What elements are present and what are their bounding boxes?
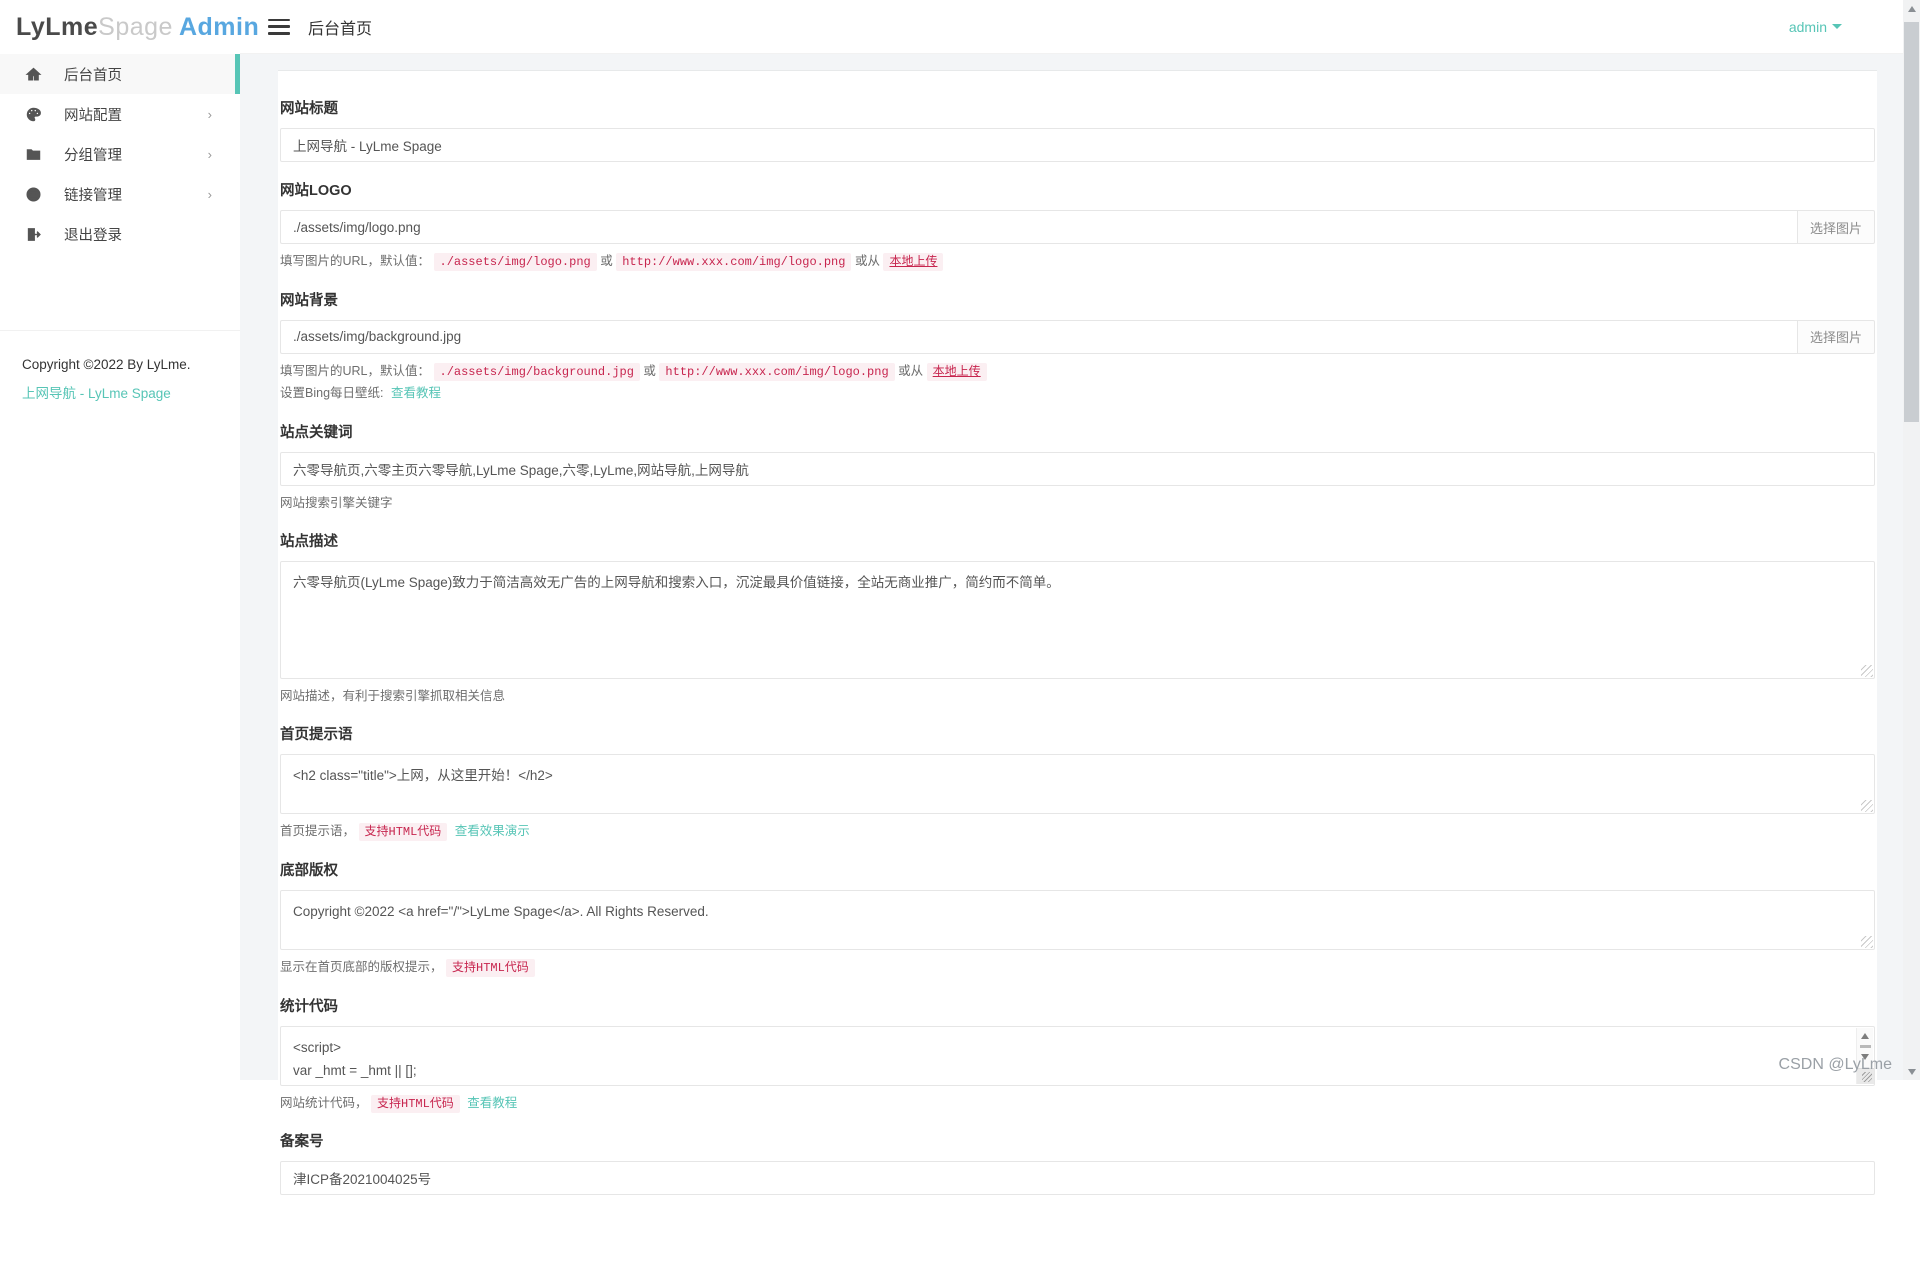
description-help: 网站描述，有利于搜索引擎抓取相关信息	[280, 687, 1875, 706]
resize-grip-icon[interactable]	[1861, 936, 1873, 948]
sidebar-item-group-manage[interactable]: 分组管理 ›	[0, 134, 240, 174]
home-tip-label: 首页提示语	[280, 723, 1875, 744]
user-name: admin	[1789, 19, 1827, 35]
sidebar-copyright: Copyright ©2022 By LyLme.	[0, 331, 240, 372]
field-site-title: 网站标题	[280, 97, 1875, 162]
scrollbar-down-icon[interactable]	[1903, 1063, 1920, 1080]
demo-link[interactable]: 查看效果演示	[455, 824, 530, 838]
logout-icon	[24, 225, 42, 243]
csdn-watermark: CSDN @LyLme	[1779, 1056, 1892, 1074]
site-logo-input[interactable]	[280, 210, 1797, 244]
folder-icon	[24, 145, 42, 163]
field-stats-code: 统计代码 <script> var _hmt = _hmt || []; 网站统…	[280, 995, 1875, 1114]
logo-part-spage: Spage	[98, 13, 173, 42]
header-main: 后台首页 admin	[240, 0, 1920, 54]
resize-grip-icon[interactable]	[1861, 665, 1873, 677]
icp-label: 备案号	[280, 1130, 1875, 1151]
page-scrollbar[interactable]	[1903, 0, 1920, 1080]
field-site-background: 网站背景 选择图片 填写图片的URL，默认值： ./assets/img/bac…	[280, 289, 1875, 404]
site-bg-input[interactable]	[280, 320, 1797, 354]
local-upload-link[interactable]: 本地上传	[927, 363, 987, 381]
field-home-tip: 首页提示语 <h2 class="title">上网，从这里开始！</h2> 首…	[280, 723, 1875, 842]
stats-code-textarea[interactable]: <script> var _hmt = _hmt || [];	[280, 1026, 1875, 1086]
scroll-thumb[interactable]	[1860, 1045, 1871, 1048]
site-logo-label: 网站LOGO	[280, 179, 1875, 200]
html-supported-badge: 支持HTML代码	[446, 959, 535, 977]
keywords-label: 站点关键词	[280, 421, 1875, 442]
scrollbar-up-icon[interactable]	[1903, 0, 1920, 17]
sidebar-item-label: 分组管理	[64, 144, 122, 165]
site-title-input[interactable]	[280, 128, 1875, 162]
description-label: 站点描述	[280, 530, 1875, 551]
globe-icon	[24, 185, 42, 203]
choose-image-button[interactable]: 选择图片	[1797, 320, 1875, 354]
sidebar-site-link[interactable]: 上网导航 - LyLme Spage	[0, 372, 240, 402]
stats-code-label: 统计代码	[280, 995, 1875, 1016]
stats-tutorial-link[interactable]: 查看教程	[467, 1096, 517, 1110]
site-bg-help: 填写图片的URL，默认值： ./assets/img/background.jp…	[280, 362, 1875, 382]
description-textarea[interactable]: 六零导航页(LyLme Spage)致力于简洁高效无广告的上网导航和搜索入口，沉…	[280, 561, 1875, 679]
scroll-up-icon[interactable]	[1861, 1033, 1869, 1039]
html-supported-badge: 支持HTML代码	[359, 823, 448, 841]
page-title: 后台首页	[308, 15, 372, 39]
hamburger-menu-icon[interactable]	[268, 19, 290, 35]
footer-copyright-textarea[interactable]: Copyright ©2022 <a href="/">LyLme Spage<…	[280, 890, 1875, 950]
field-keywords: 站点关键词 网站搜索引擎关键字	[280, 421, 1875, 513]
site-title-label: 网站标题	[280, 97, 1875, 118]
sidebar-item-site-config[interactable]: 网站配置 ›	[0, 94, 240, 134]
scrollbar-thumb[interactable]	[1904, 22, 1919, 422]
choose-image-button[interactable]: 选择图片	[1797, 210, 1875, 244]
sidebar-item-dashboard[interactable]: 后台首页	[0, 54, 240, 94]
sidebar-item-label: 网站配置	[64, 104, 122, 125]
code-default-bg: ./assets/img/background.jpg	[434, 363, 640, 381]
chevron-right-icon: ›	[208, 187, 212, 202]
field-description: 站点描述 六零导航页(LyLme Spage)致力于简洁高效无广告的上网导航和搜…	[280, 530, 1875, 706]
sidebar-item-label: 退出登录	[64, 224, 122, 245]
palette-icon	[24, 105, 42, 123]
chevron-down-icon	[1832, 24, 1842, 29]
stats-code-help: 网站统计代码， 支持HTML代码 查看教程	[280, 1094, 1875, 1114]
html-supported-badge: 支持HTML代码	[371, 1095, 460, 1113]
top-bar: LyLme Spage Admin 后台首页 admin	[0, 0, 1920, 54]
main-content: 网站标题 网站LOGO 选择图片 填写图片的URL，默认值： ./assets/…	[240, 54, 1903, 1080]
home-tip-textarea[interactable]: <h2 class="title">上网，从这里开始！</h2>	[280, 754, 1875, 814]
code-default-logo: ./assets/img/logo.png	[434, 253, 597, 271]
logo-part-lylme: LyLme	[16, 13, 98, 42]
footer-copyright-help: 显示在首页底部的版权提示， 支持HTML代码	[280, 958, 1875, 978]
code-url-logo: http://www.xxx.com/img/logo.png	[616, 253, 851, 271]
settings-form-card: 网站标题 网站LOGO 选择图片 填写图片的URL，默认值： ./assets/…	[278, 70, 1877, 1270]
site-bg-label: 网站背景	[280, 289, 1875, 310]
chevron-right-icon: ›	[208, 107, 212, 122]
icp-input[interactable]	[280, 1161, 1875, 1195]
bing-wallpaper-help: 设置Bing每日壁纸: 查看教程	[280, 384, 1875, 403]
site-logo-help: 填写图片的URL，默认值： ./assets/img/logo.png 或 ht…	[280, 252, 1875, 272]
field-footer-copyright: 底部版权 Copyright ©2022 <a href="/">LyLme S…	[280, 859, 1875, 978]
resize-grip-icon[interactable]	[1861, 800, 1873, 812]
keywords-input[interactable]	[280, 452, 1875, 486]
bing-tutorial-link[interactable]: 查看教程	[391, 386, 441, 400]
field-icp: 备案号	[280, 1130, 1875, 1195]
sidebar-item-link-manage[interactable]: 链接管理 ›	[0, 174, 240, 214]
sidebar-item-label: 链接管理	[64, 184, 122, 205]
chevron-right-icon: ›	[208, 147, 212, 162]
field-site-logo: 网站LOGO 选择图片 填写图片的URL，默认值： ./assets/img/l…	[280, 179, 1875, 272]
sidebar-item-label: 后台首页	[64, 64, 122, 85]
app-logo: LyLme Spage Admin	[0, 0, 240, 54]
code-url-bg: http://www.xxx.com/img/logo.png	[659, 363, 894, 381]
sidebar-item-logout[interactable]: 退出登录	[0, 214, 240, 254]
user-menu[interactable]: admin	[1789, 19, 1842, 35]
home-icon	[24, 65, 42, 83]
keywords-help: 网站搜索引擎关键字	[280, 494, 1875, 513]
local-upload-link[interactable]: 本地上传	[883, 253, 943, 271]
footer-copyright-label: 底部版权	[280, 859, 1875, 880]
sidebar: 后台首页 网站配置 › 分组管理 › 链接管理 › 退出登录 Copyright…	[0, 54, 240, 1080]
home-tip-help: 首页提示语， 支持HTML代码 查看效果演示	[280, 822, 1875, 842]
